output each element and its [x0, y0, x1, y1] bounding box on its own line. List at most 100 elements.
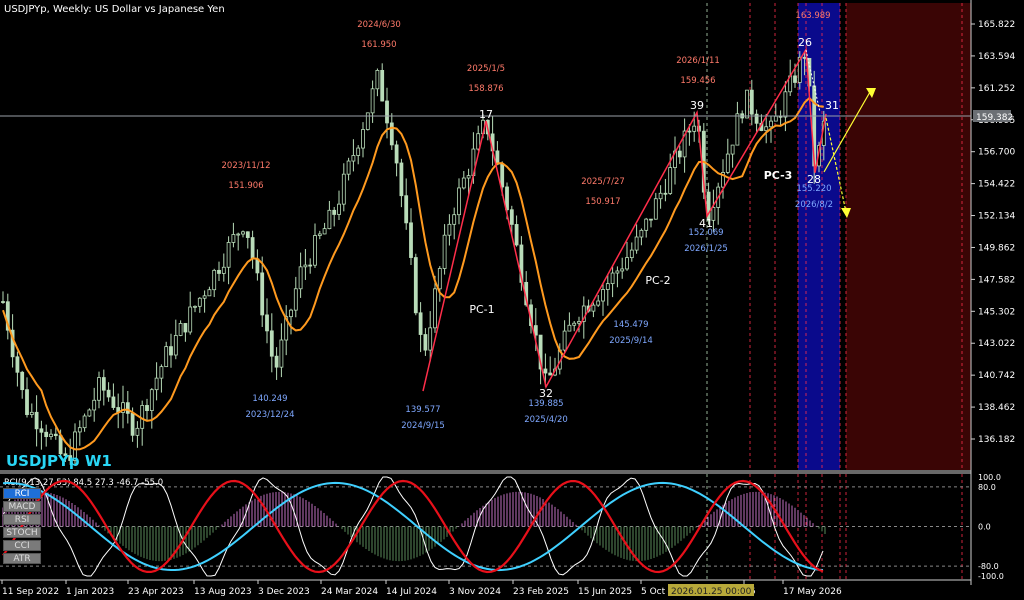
- candle-body: [361, 129, 365, 149]
- candle-body: [197, 297, 202, 307]
- candle-body: [658, 192, 663, 200]
- pivot-price-label: 163.989: [795, 11, 830, 21]
- rci-axis-label: 100.0: [978, 473, 1001, 482]
- candle-body: [677, 150, 682, 158]
- candle-body: [404, 195, 409, 224]
- atr-indicator-button[interactable]: ATR: [3, 553, 41, 564]
- candle-body: [452, 214, 457, 225]
- candle-body: [145, 405, 149, 411]
- candle-body: [548, 372, 553, 376]
- candle-body: [375, 70, 380, 90]
- candle-body: [793, 75, 797, 83]
- candle-body: [193, 305, 197, 308]
- rsi-indicator-button[interactable]: RSI: [3, 514, 41, 525]
- candle-body: [29, 411, 34, 415]
- pivot-price-label: 159.456: [680, 76, 715, 86]
- x-tick-label: 23 Apr 2023: [128, 587, 184, 597]
- pivot-price-label: 139.885: [528, 399, 563, 409]
- candle-body: [687, 130, 692, 133]
- y-tick-label: 140.742: [978, 371, 1015, 381]
- rci-indicator-button[interactable]: RCI: [3, 488, 41, 499]
- candlesticks: [1, 51, 826, 465]
- zigzag-point-label: 31: [825, 99, 839, 112]
- y-tick-label: 165.822: [978, 20, 1015, 30]
- y-tick-label: 138.462: [978, 403, 1015, 413]
- x-tick-label: 13 Aug 2023: [194, 587, 252, 597]
- candle-body: [173, 335, 178, 356]
- y-tick-label: 152.134: [978, 212, 1015, 222]
- pivot-price-label: 139.577: [405, 405, 440, 415]
- candle-body: [495, 150, 500, 165]
- candle-body: [730, 144, 735, 155]
- rci-axis-label: 0.0: [978, 523, 991, 532]
- candle-body: [149, 389, 154, 411]
- candle-body: [327, 209, 332, 230]
- candle-body: [101, 377, 106, 391]
- candle-body: [461, 177, 466, 189]
- candle-body: [601, 289, 605, 302]
- stoch-indicator-button[interactable]: STOCH: [3, 527, 41, 538]
- candle-body: [615, 270, 620, 274]
- candle-body: [231, 234, 236, 243]
- pivot-date-label: 2026/1/11: [676, 56, 720, 66]
- cci-indicator-button[interactable]: CCI: [3, 540, 41, 551]
- y-tick-label: 154.422: [978, 180, 1015, 190]
- candle-body: [610, 272, 615, 285]
- red-projection-zone: [846, 3, 971, 470]
- price-chart[interactable]: USDJPYp, Weekly: US Dollar vs Japanese Y…: [0, 0, 1024, 600]
- candle-body: [625, 257, 629, 270]
- x-tick-label: 11 Sep 2022: [2, 587, 59, 597]
- candle-body: [389, 122, 394, 146]
- candle-body: [769, 120, 773, 128]
- candle-body: [188, 306, 193, 333]
- candle-body: [351, 155, 356, 162]
- candle-body: [1, 301, 5, 303]
- candle-body: [159, 366, 164, 379]
- symbol-label: USDJPYp W1: [6, 452, 112, 470]
- y-tick-label: 156.700: [978, 148, 1015, 158]
- candle-body: [265, 314, 269, 332]
- candle-body: [783, 91, 788, 118]
- candle-body: [802, 56, 807, 59]
- pivot-date-label: 2026/8/2: [795, 200, 833, 210]
- pattern-label: PC-3: [764, 169, 793, 182]
- candle-body: [226, 242, 231, 268]
- candle-body: [634, 236, 639, 251]
- zigzag-point-label: 28: [807, 173, 821, 186]
- candle-body: [572, 322, 577, 326]
- candle-body: [169, 346, 173, 356]
- candle-body: [409, 222, 413, 258]
- pivot-price-label: 145.479: [613, 320, 648, 330]
- y-tick-label: 163.594: [978, 52, 1015, 62]
- candle-body: [365, 112, 370, 130]
- candle-body: [437, 268, 442, 290]
- candle-body: [92, 399, 97, 411]
- y-tick-label: 136.182: [978, 435, 1015, 445]
- candle-body: [178, 323, 183, 336]
- price-axis: 165.822163.594161.252158.995156.700154.4…: [971, 20, 1015, 445]
- candle-body: [202, 295, 207, 299]
- candle-body: [399, 162, 404, 197]
- zigzag-point-label: 39: [690, 99, 704, 112]
- candle-body: [629, 249, 634, 259]
- pivot-price-label: 151.906: [228, 181, 263, 191]
- candle-body: [591, 304, 596, 312]
- candle-body: [413, 257, 418, 314]
- candle-body: [212, 269, 217, 291]
- candle-body: [649, 218, 653, 221]
- candle-body: [447, 223, 452, 236]
- candle-body: [735, 113, 740, 146]
- x-tick-label: 3 Dec 2023: [258, 587, 310, 597]
- candle-body: [663, 192, 668, 195]
- pivot-date-label: 2025/4/20: [524, 415, 568, 425]
- pivot-price-label: 161.950: [361, 40, 396, 50]
- candle-body: [303, 264, 308, 268]
- y-tick-label: 149.862: [978, 243, 1015, 253]
- candle-body: [394, 144, 399, 164]
- candle-body: [514, 224, 519, 246]
- macd-indicator-button[interactable]: MACD: [3, 501, 41, 512]
- x-tick-label: 23 Feb 2025: [513, 587, 569, 597]
- candle-body: [370, 88, 375, 114]
- x-tick-label: 1 Jan 2023: [66, 587, 114, 597]
- pivot-price-label: 150.917: [585, 197, 620, 207]
